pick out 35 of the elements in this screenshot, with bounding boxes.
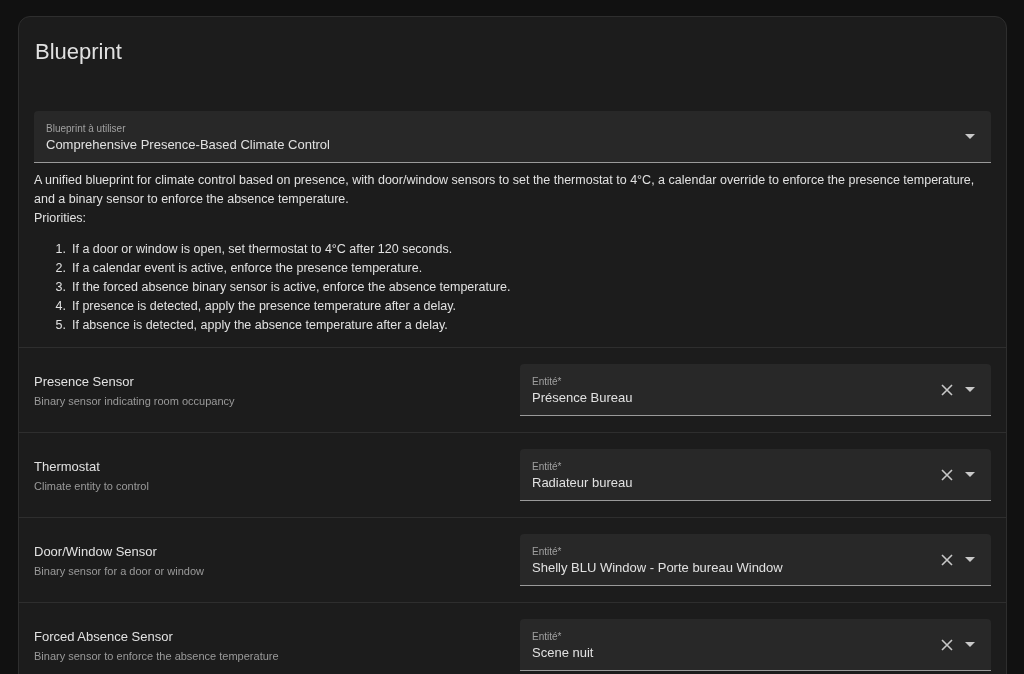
input-description: Binary sensor to enforce the absence temperature xyxy=(34,649,279,662)
entity-field[interactable]: Entité* Shelly BLU Window - Porte bureau Window xyxy=(520,534,991,586)
card-title: Blueprint xyxy=(34,38,123,66)
entity-field[interactable]: Entité* Présence Bureau xyxy=(520,364,991,416)
priorities-heading: Priorities: xyxy=(34,210,88,227)
caret-icon[interactable] xyxy=(965,557,975,562)
clear-icon[interactable] xyxy=(941,383,953,396)
priority-text: If the forced absence binary sensor is active, enforce the absence temperature. xyxy=(72,279,511,296)
input-description: Climate entity to control xyxy=(34,479,149,492)
list-number: 3. xyxy=(54,279,66,296)
list-number: 5. xyxy=(54,317,66,334)
blueprint-select[interactable]: Blueprint à utiliser Comprehensive Presence-Based Climate Control xyxy=(34,111,991,163)
input-name: Thermostat xyxy=(34,458,100,474)
input-description: Binary sensor for a door or window xyxy=(34,564,204,577)
list-number: 1. xyxy=(54,241,66,258)
priority-text: If presence is detected, apply the presence temperature after a delay. xyxy=(72,298,457,315)
entity-field[interactable]: Entité* Radiateur bureau xyxy=(520,449,991,501)
priority-text: If absence is detected, apply the absence temperature after a delay. xyxy=(72,317,448,334)
caret-icon[interactable] xyxy=(965,387,975,392)
input-name: Presence Sensor xyxy=(34,373,134,389)
clear-icon[interactable] xyxy=(941,553,953,566)
list-number: 4. xyxy=(54,298,66,315)
input-name: Forced Absence Sensor xyxy=(34,628,173,644)
clear-icon[interactable] xyxy=(941,468,953,481)
caret-icon xyxy=(965,134,975,139)
entity-field[interactable]: Entité* Scene nuit xyxy=(520,619,991,671)
blueprint-description: A unified blueprint for climate control based on presence, with door/window sensors to set the thermostat to 4°C, a calendar override to enforce the presence temperature, and a binary sensor to enforce the absence temperature. xyxy=(34,172,976,208)
priority-text: If a door or window is open, set thermostat to 4°C after 120 seconds. xyxy=(72,241,453,258)
caret-icon[interactable] xyxy=(965,642,975,647)
input-name: Door/Window Sensor xyxy=(34,543,157,559)
clear-icon[interactable] xyxy=(941,638,953,651)
list-number: 2. xyxy=(54,260,66,277)
caret-icon[interactable] xyxy=(965,472,975,477)
priority-text: If a calendar event is active, enforce the presence temperature. xyxy=(72,260,423,277)
input-description: Binary sensor indicating room occupancy xyxy=(34,394,235,407)
